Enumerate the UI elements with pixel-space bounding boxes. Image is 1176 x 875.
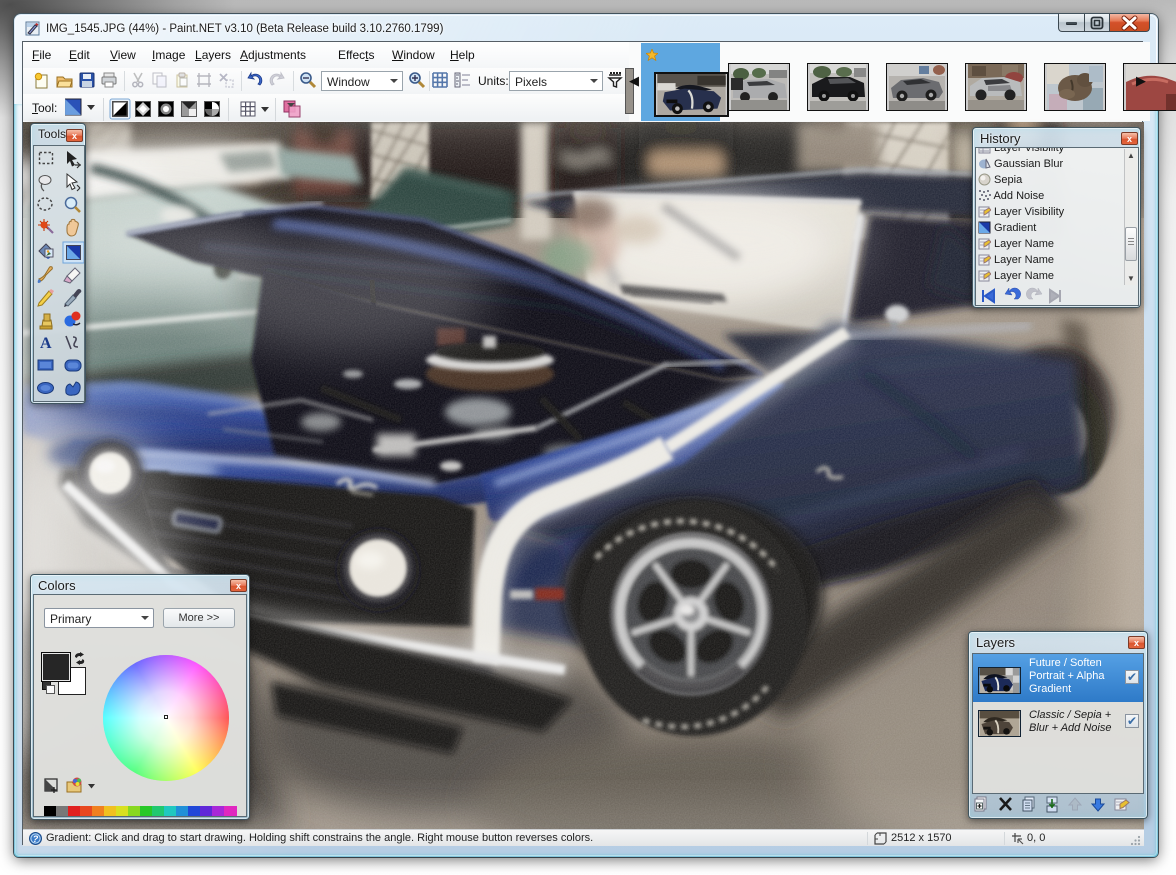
svg-text:Units:: Units: [478,74,509,88]
svg-text:?: ? [33,834,39,844]
svg-text:A: A [40,335,52,352]
